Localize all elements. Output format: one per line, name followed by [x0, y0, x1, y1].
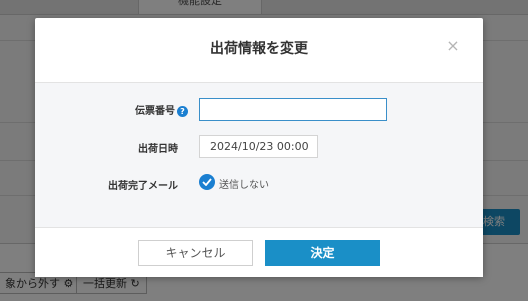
ship-datetime-input[interactable]: 2024/10/23 00:00 — [199, 135, 318, 158]
dialog-title: 出荷情報を変更 — [210, 41, 308, 57]
slip-number-input[interactable] — [199, 98, 387, 121]
dialog-footer: キャンセル 決定 — [35, 227, 483, 277]
ship-datetime-label: 出荷日時 — [138, 144, 178, 155]
slip-number-label-text: 伝票番号 — [135, 106, 175, 117]
help-icon[interactable]: ? — [177, 105, 188, 117]
change-shipping-info-dialog: 出荷情報を変更 × 伝票番号? 出荷日時 2024/10/23 00:00 出荷… — [35, 18, 483, 277]
dialog-body: 伝票番号? 出荷日時 2024/10/23 00:00 出荷完了メール 送信しな… — [35, 83, 483, 227]
cancel-button[interactable]: キャンセル — [138, 240, 253, 266]
confirm-button[interactable]: 決定 — [265, 240, 380, 266]
ship-complete-mail-label: 出荷完了メール — [108, 181, 178, 192]
close-icon[interactable]: × — [445, 38, 461, 54]
check-icon[interactable] — [199, 174, 215, 190]
do-not-send-option[interactable]: 送信しない — [219, 176, 269, 191]
slip-number-label: 伝票番号? — [135, 102, 188, 117]
dialog-header: 出荷情報を変更 × — [35, 18, 483, 83]
